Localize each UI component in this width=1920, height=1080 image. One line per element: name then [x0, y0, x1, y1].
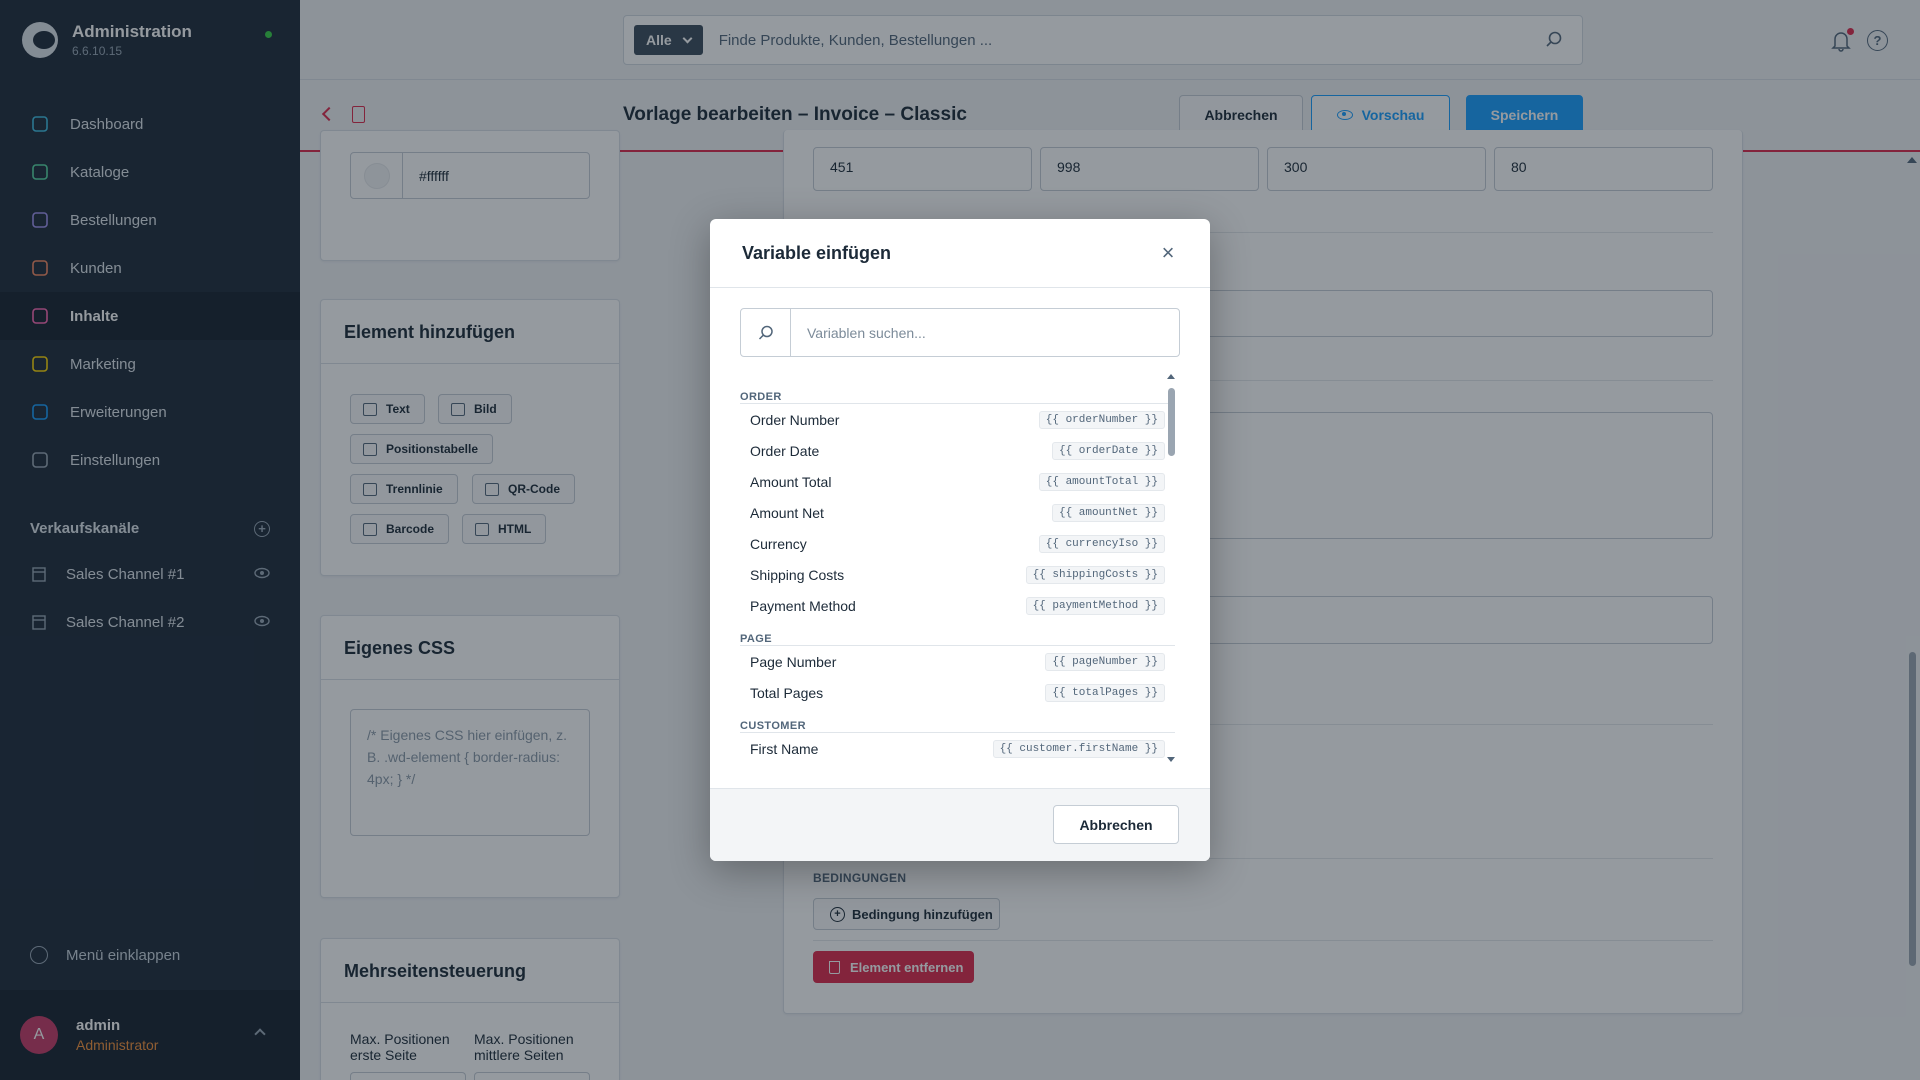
close-icon[interactable]: ×	[1156, 241, 1180, 265]
variable-code: {{ totalPages }}	[1045, 683, 1165, 702]
variable-search	[740, 308, 1180, 357]
variable-group-heading: CUSTOMER	[740, 708, 1175, 733]
variable-row[interactable]: Total Pages {{ totalPages }}	[740, 677, 1175, 708]
variable-row[interactable]: Amount Net {{ amountNet }}	[740, 497, 1175, 528]
variable-code: {{ pageNumber }}	[1045, 652, 1165, 671]
variable-code: {{ shippingCosts }}	[1025, 565, 1165, 584]
variable-group-heading: PAGE	[740, 621, 1175, 646]
variable-row[interactable]: First Name {{ customer.firstName }}	[740, 733, 1175, 764]
variable-label: Currency	[750, 535, 807, 552]
variable-code: {{ currencyIso }}	[1038, 534, 1165, 553]
variable-list-scrollbar[interactable]	[1168, 388, 1175, 456]
variable-label: Order Number	[750, 411, 840, 428]
variable-code: {{ amountNet }}	[1051, 503, 1165, 522]
variable-row[interactable]: Order Date {{ orderDate }}	[740, 435, 1175, 466]
variable-label: Total Pages	[750, 684, 824, 701]
variable-search-input[interactable]	[807, 324, 1179, 341]
variable-label: Shipping Costs	[750, 566, 845, 583]
variable-row[interactable]: Currency {{ currencyIso }}	[740, 528, 1175, 559]
search-icon	[758, 325, 773, 340]
variable-code: {{ orderNumber }}	[1038, 410, 1165, 429]
variable-row[interactable]: Order Number {{ orderNumber }}	[740, 404, 1175, 435]
variable-label: Order Date	[750, 442, 820, 459]
variable-label: Amount Net	[750, 504, 824, 521]
variable-label: First Name	[750, 740, 819, 757]
variable-label: Payment Method	[750, 597, 856, 614]
variable-group-heading: ORDER	[740, 379, 1175, 404]
variable-code: {{ paymentMethod }}	[1025, 596, 1165, 615]
modal-title: Variable einfügen	[742, 243, 892, 263]
variable-label: Amount Total	[750, 473, 832, 490]
variable-code: {{ amountTotal }}	[1038, 472, 1165, 491]
modal-footer: Abbrechen	[710, 788, 1210, 861]
list-scroll-down-icon[interactable]	[1167, 757, 1175, 762]
modal-cancel-button[interactable]: Abbrechen	[1053, 805, 1179, 844]
modal-header: Variable einfügen ×	[710, 219, 1210, 288]
variable-row[interactable]: Shipping Costs {{ shippingCosts }}	[740, 559, 1175, 590]
variable-code: {{ customer.firstName }}	[992, 739, 1165, 758]
variable-code: {{ orderDate }}	[1051, 441, 1165, 460]
list-scroll-up-icon[interactable]	[1167, 374, 1175, 379]
variable-label: Page Number	[750, 653, 837, 670]
variable-row[interactable]: Payment Method {{ paymentMethod }}	[740, 590, 1175, 621]
variable-row[interactable]: Page Number {{ pageNumber }}	[740, 646, 1175, 677]
variable-list: ORDER Order Number{{ orderNumber }} Order …	[740, 379, 1175, 779]
insert-variable-modal: Variable einfügen × ORDER Order Number {{ …	[710, 219, 1210, 861]
variable-row[interactable]: Amount Total {{ amountTotal }}	[740, 466, 1175, 497]
